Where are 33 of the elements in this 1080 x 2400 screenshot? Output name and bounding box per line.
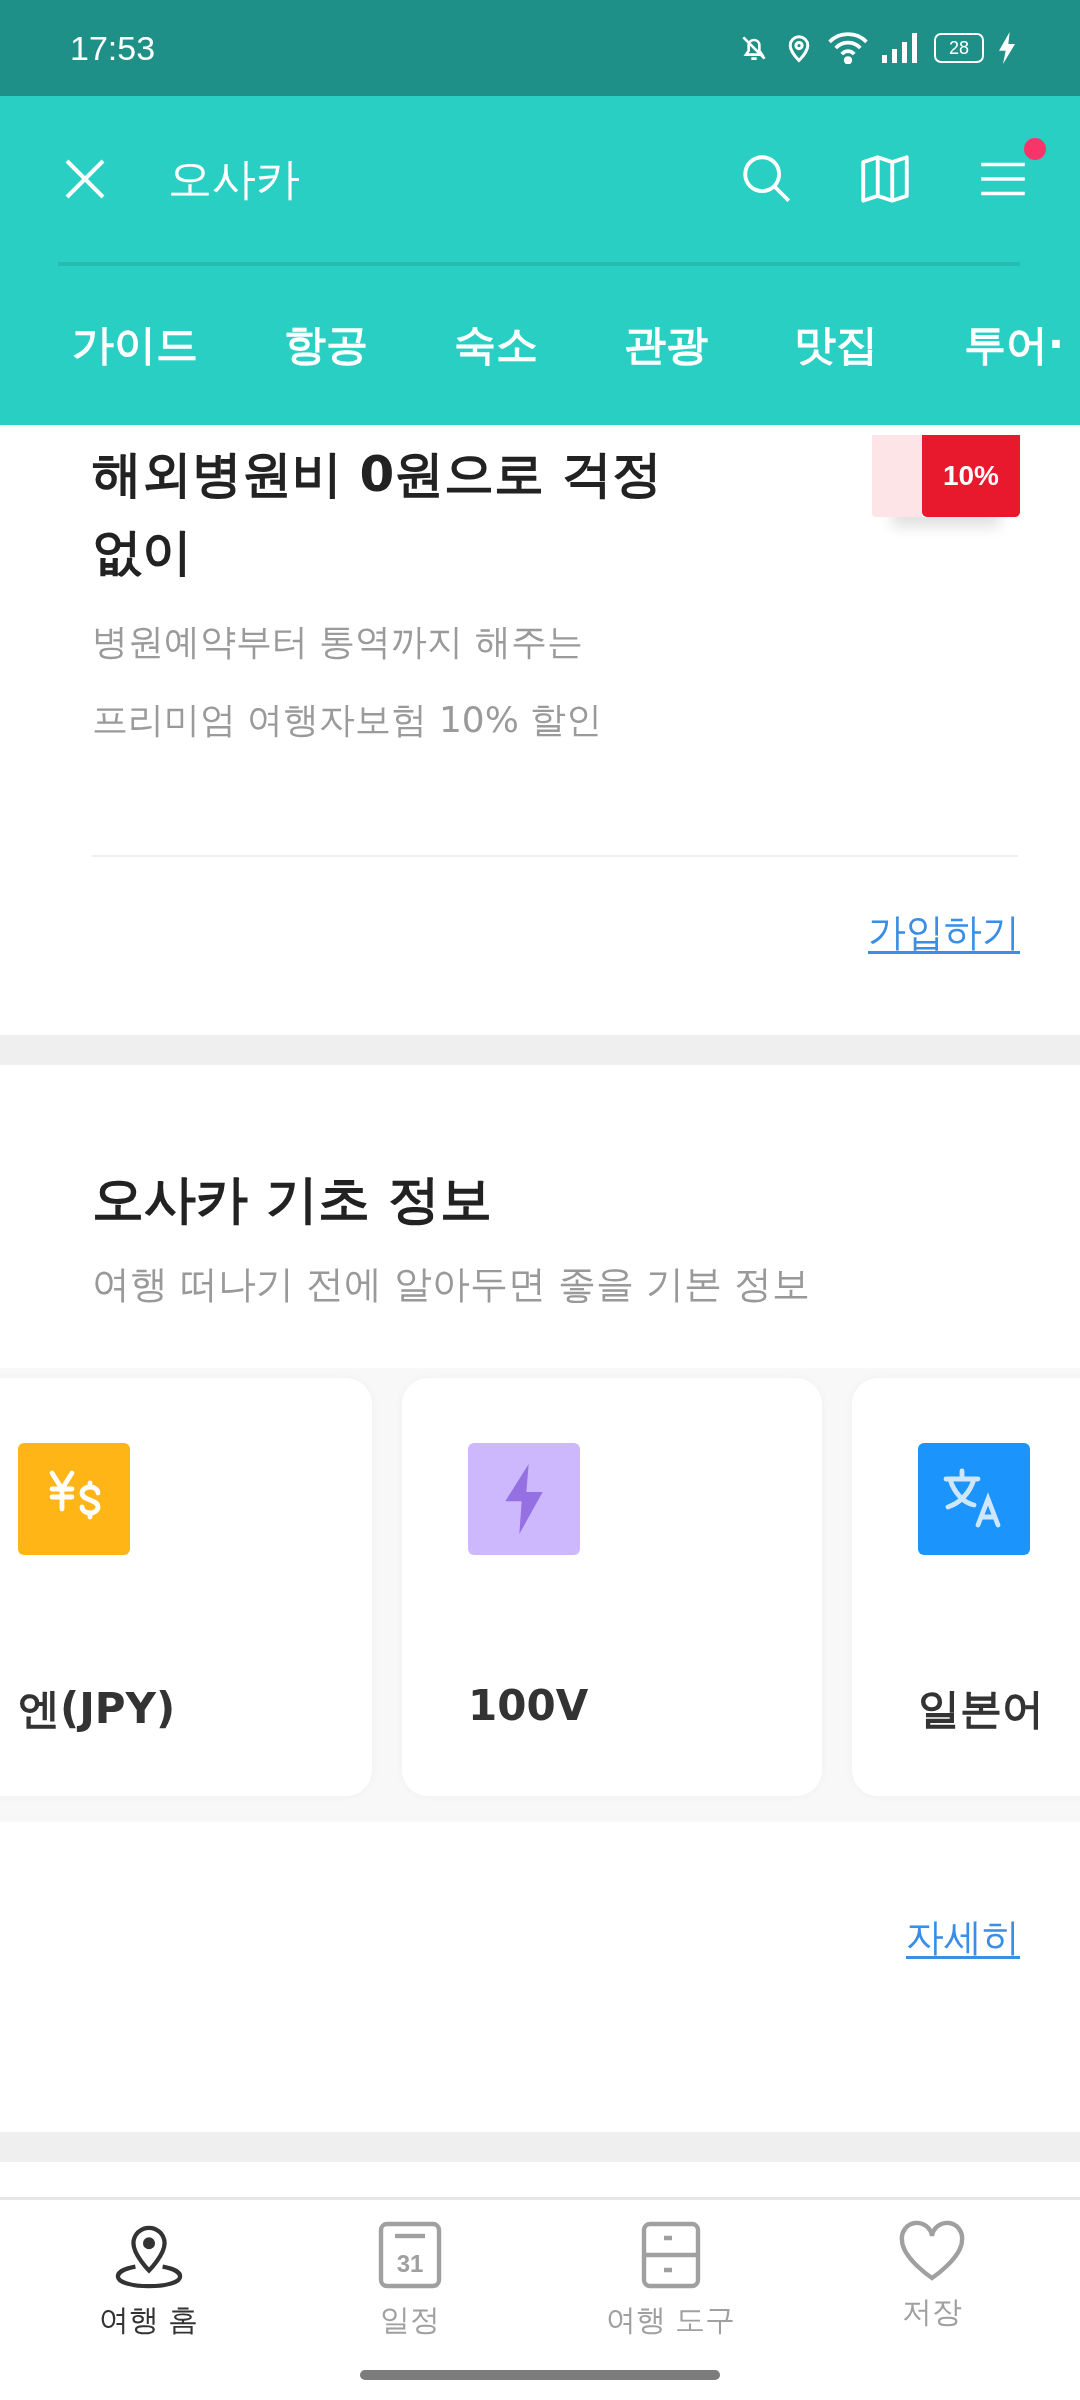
info-card[interactable]: 100V [402,1378,822,1796]
drawer-icon [639,2220,702,2290]
wifi-icon [828,32,868,64]
more-link[interactable]: 자세히 [906,1912,1020,1963]
info-value: 100V [468,1681,590,1730]
category-tab[interactable]: 투어· [964,317,1064,373]
info-card[interactable]: 일본어 [852,1378,1080,1796]
calendar-icon: 31 [376,2220,443,2290]
nav-item[interactable]: 여행 홈 [48,2220,249,2370]
category-tab[interactable]: 관광 [624,317,708,373]
status-time: 17:53 [70,28,156,68]
page-title: 오사카 [168,151,301,206]
insurance-card-drawing: 10% [872,435,1020,517]
promo-description: 병원예약부터 통역까지 해주는 [92,620,584,664]
info-value: 엔(JPY) [18,1683,177,1735]
nav-item[interactable]: 31 일정 [309,2220,510,2370]
category-tab[interactable]: 가이드 [72,317,198,373]
nav-item[interactable]: 저장 [831,2220,1032,2370]
category-tab[interactable]: 항공 [284,317,368,373]
promo-description: 프리미엄 여행자보험 10% 할인 [92,698,604,742]
heart-icon [897,2220,966,2282]
signup-link[interactable]: 가입하기 [868,907,1020,958]
section-title: 오사카 기초 정보 [92,1168,494,1231]
section-subtitle: 여행 떠나기 전에 알아두면 좋을 기본 정보 [92,1261,812,1308]
nav-item[interactable]: 여행 도구 [570,2220,771,2370]
signal-icon [882,33,920,63]
info-card[interactable]: 엔(JPY) [0,1378,372,1796]
charging-icon [998,32,1016,64]
promo-title: 해외병원비 0원으로 걱정 없이 [92,444,663,583]
category-tab[interactable]: 맛집 [794,317,878,373]
info-value: 일본어 [918,1683,1045,1735]
battery-icon: 28 [934,33,984,63]
category-tab[interactable]: 숙소 [454,317,538,373]
